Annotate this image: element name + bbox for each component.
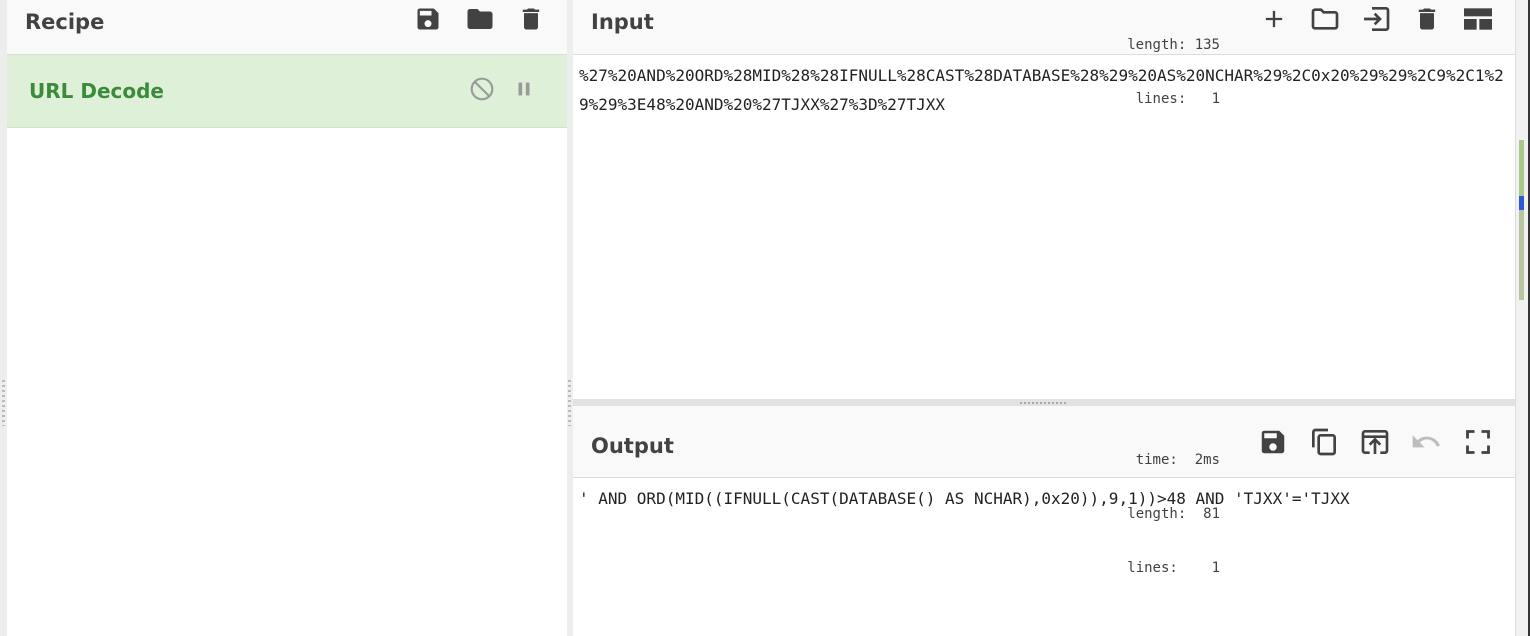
clear-recipe-trash-icon[interactable] [515,3,547,35]
load-recipe-folder-icon[interactable] [464,3,496,35]
page-scrollbar[interactable] [1515,0,1530,636]
output-textarea[interactable]: ' AND ORD(MID((IFNULL(CAST(DATABASE() AS… [573,484,1515,636]
input-title: Input [591,10,654,34]
input-length-value: 135 [1194,37,1220,53]
recipe-title: Recipe [25,10,105,34]
recipe-header: Recipe [7,0,567,55]
input-textarea[interactable]: %27%20AND%20ORD%28MID%28%28IFNULL%28CAST… [573,61,1515,399]
recipe-resize-handle[interactable] [2,380,5,426]
open-folder-icon[interactable] [1309,3,1341,35]
output-header: Output time: 2ms length: 81 lines: 1 [573,406,1515,576]
undo-icon[interactable] [1410,426,1442,458]
output-title: Output [591,434,674,458]
operation-name: URL Decode [29,79,164,103]
open-file-input-icon[interactable] [1360,3,1392,35]
input-length-label: length: [1127,37,1187,53]
io-resize-handle[interactable] [568,380,571,426]
save-output-icon[interactable] [1257,426,1289,458]
clear-input-trash-icon[interactable] [1411,3,1443,35]
maximise-output-icon[interactable] [1462,426,1494,458]
pause-operation-icon[interactable] [508,73,540,105]
recipe-panel: Recipe URL Decode [7,0,567,636]
copy-output-icon[interactable] [1308,426,1340,458]
output-time-value: 2ms [1194,452,1220,468]
output-time-label: time: [1135,452,1178,468]
add-input-plus-icon[interactable] [1258,3,1290,35]
save-recipe-icon[interactable] [412,3,444,35]
replace-input-with-output-icon[interactable] [1359,426,1391,458]
operation-url-decode[interactable]: URL Decode [7,55,567,128]
disable-operation-icon[interactable] [466,73,498,105]
reset-layout-icon[interactable] [1462,3,1494,35]
input-panel: Input length: 135 lines: 1 %27%20AND%20O… [573,0,1515,399]
output-panel: Output time: 2ms length: 81 lines: 1 ' A… [573,406,1515,636]
input-header: Input length: 135 lines: 1 [573,0,1515,107]
input-output-divider[interactable] [573,399,1515,406]
